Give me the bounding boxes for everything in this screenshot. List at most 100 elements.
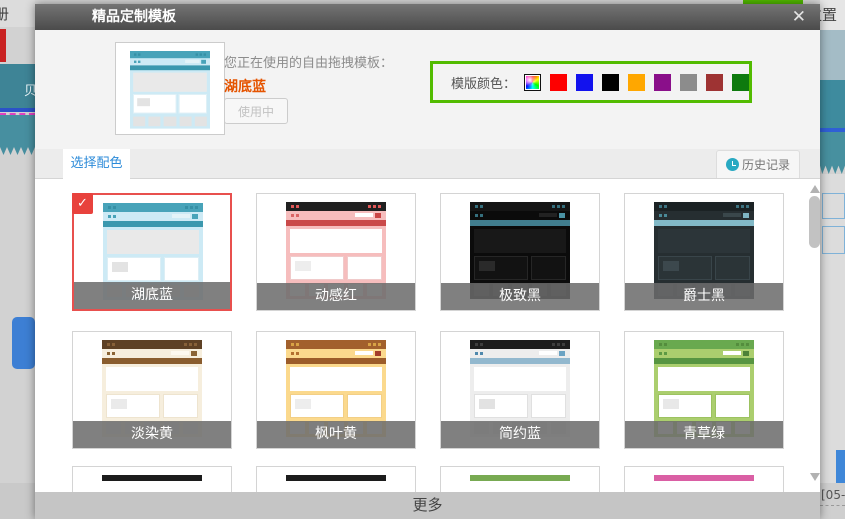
decor [375,213,381,218]
decor [286,340,386,349]
decor [746,343,749,346]
decor [296,343,299,346]
decor [347,256,382,280]
decor [659,214,662,217]
decor [470,202,570,211]
color-swatch-red[interactable] [550,74,567,91]
selected-check-icon: ✓ [72,193,93,214]
more-button[interactable]: 更多 [35,492,820,519]
decor [531,394,566,418]
decor [133,94,176,113]
scrollbar-thumb[interactable] [809,196,820,248]
decor [111,399,127,409]
clock-icon [726,158,739,171]
decor [195,117,207,127]
decor [196,53,206,55]
background-left-teal-text: 贝 [24,80,35,99]
scroll-up-icon[interactable] [810,185,820,193]
color-swatch-dark-red[interactable] [706,74,723,91]
template-card-爵士黑[interactable]: 爵士黑 [624,193,784,311]
decor [185,206,198,209]
current-template-preview [115,42,225,135]
decor [664,352,667,355]
scroll-down-icon[interactable] [810,473,820,481]
decor [659,343,662,346]
scrollbar[interactable] [809,180,820,492]
decor [130,51,210,58]
decor [112,343,115,346]
background-left-teal-block: 贝 [0,64,35,108]
color-swatch-multicolor[interactable] [524,74,541,91]
decor [107,257,199,281]
decor [194,343,197,346]
template-card-极致黑[interactable]: 极致黑 [440,193,600,311]
decor [191,351,197,356]
template-card-湖底蓝[interactable]: ✓ 湖底蓝 [72,193,232,311]
decor [184,343,197,346]
color-swatch-green[interactable] [732,74,749,91]
decor [200,53,202,55]
template-card-partial[interactable] [624,466,784,492]
decor [286,220,386,226]
decor [107,352,110,355]
decor [658,394,750,418]
background-left-zigzag-banner [0,115,35,155]
color-swatch-blue[interactable] [576,74,593,91]
decor [475,214,483,217]
background-left-blue-line [0,108,35,112]
decor [291,214,294,217]
current-template-name: 湖底蓝 [224,76,266,96]
decor [743,213,749,218]
decor [557,343,560,346]
decor [539,351,557,355]
template-card-淡染黄[interactable]: 淡染黄 [72,331,232,449]
decor [134,61,136,63]
decor [480,205,483,208]
template-card-partial[interactable] [72,466,232,492]
decor [138,61,140,63]
template-card-青草绿[interactable]: 青草绿 [624,331,784,449]
decor [368,205,381,208]
decor [552,205,555,208]
decor [171,351,189,355]
decor [130,65,210,70]
decor [133,117,207,127]
dialog-header-section: 您正在使用的自由拖拽模板： 湖底蓝 使用中 模版颜色： [35,30,820,149]
decor [654,358,754,364]
background-right-text: 位置 [820,4,837,25]
background-left-header: 册 [0,0,35,27]
decor [286,211,386,220]
template-card-partial[interactable] [440,466,600,492]
decor [196,53,198,55]
template-card-简约蓝[interactable]: 简约蓝 [440,331,600,449]
background-right-outline-box [822,193,845,219]
template-thumbnail-header-bar [654,475,754,481]
decor [475,205,478,208]
decor [470,340,570,349]
decor [375,351,381,356]
decor [163,394,198,418]
decor [475,352,478,355]
decor [107,352,115,355]
decor [134,53,136,55]
decor [295,261,311,271]
decor [291,343,299,346]
color-swatch-gray[interactable] [680,74,697,91]
template-card-动感红[interactable]: 动感红 [256,193,416,311]
decor [658,256,750,280]
history-button[interactable]: 历史记录 [716,150,800,178]
color-swatch-black[interactable] [602,74,619,91]
template-thumbnail [130,51,210,129]
in-use-button[interactable]: 使用中 [224,98,288,124]
decor [113,206,116,209]
decor [480,214,483,217]
close-icon[interactable]: ✕ [792,4,806,30]
color-swatch-orange[interactable] [628,74,645,91]
tab-select-color-scheme[interactable]: 选择配色 [63,149,130,179]
decor [741,343,744,346]
color-swatch-purple[interactable] [654,74,671,91]
template-card-枫叶黄[interactable]: 枫叶黄 [256,331,416,449]
decor [562,343,565,346]
decor [133,94,207,113]
template-card-partial[interactable] [256,466,416,492]
